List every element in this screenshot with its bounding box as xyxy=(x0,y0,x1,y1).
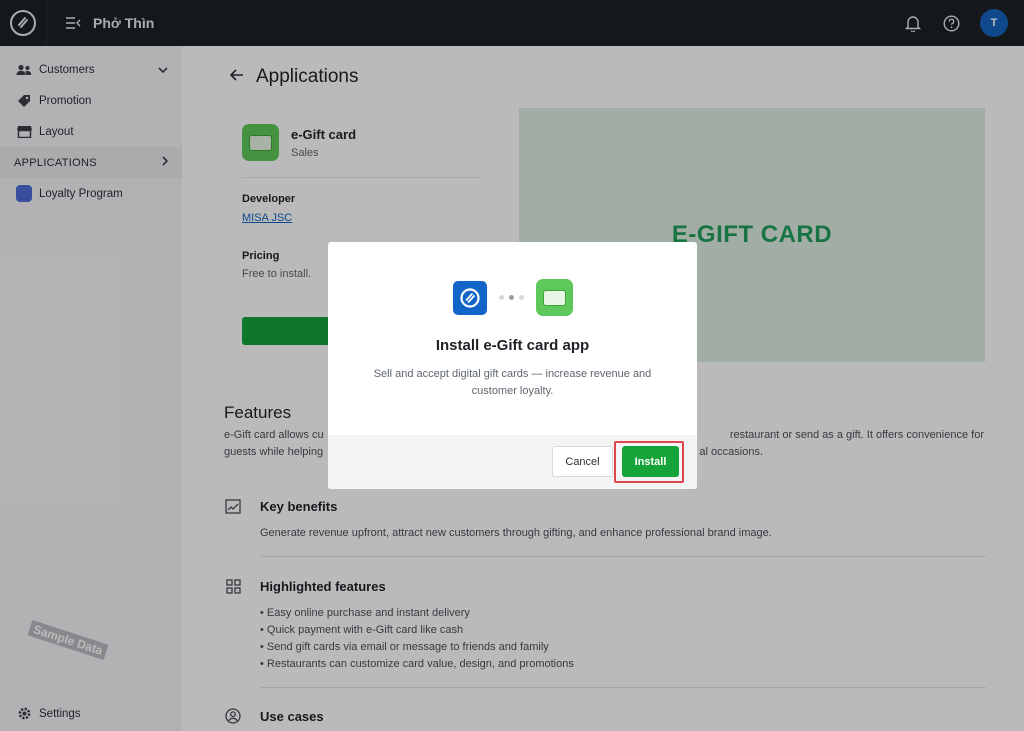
dialog-title: Install e-Gift card app xyxy=(435,337,590,354)
gift-card-app-icon xyxy=(535,279,573,316)
cancel-button[interactable]: Cancel xyxy=(552,446,613,477)
connection-dots-icon xyxy=(498,295,524,300)
install-button-highlight xyxy=(614,441,684,483)
dialog-description: Sell and accept digital gift cards — inc… xyxy=(373,368,652,397)
misa-app-icon xyxy=(452,280,487,315)
